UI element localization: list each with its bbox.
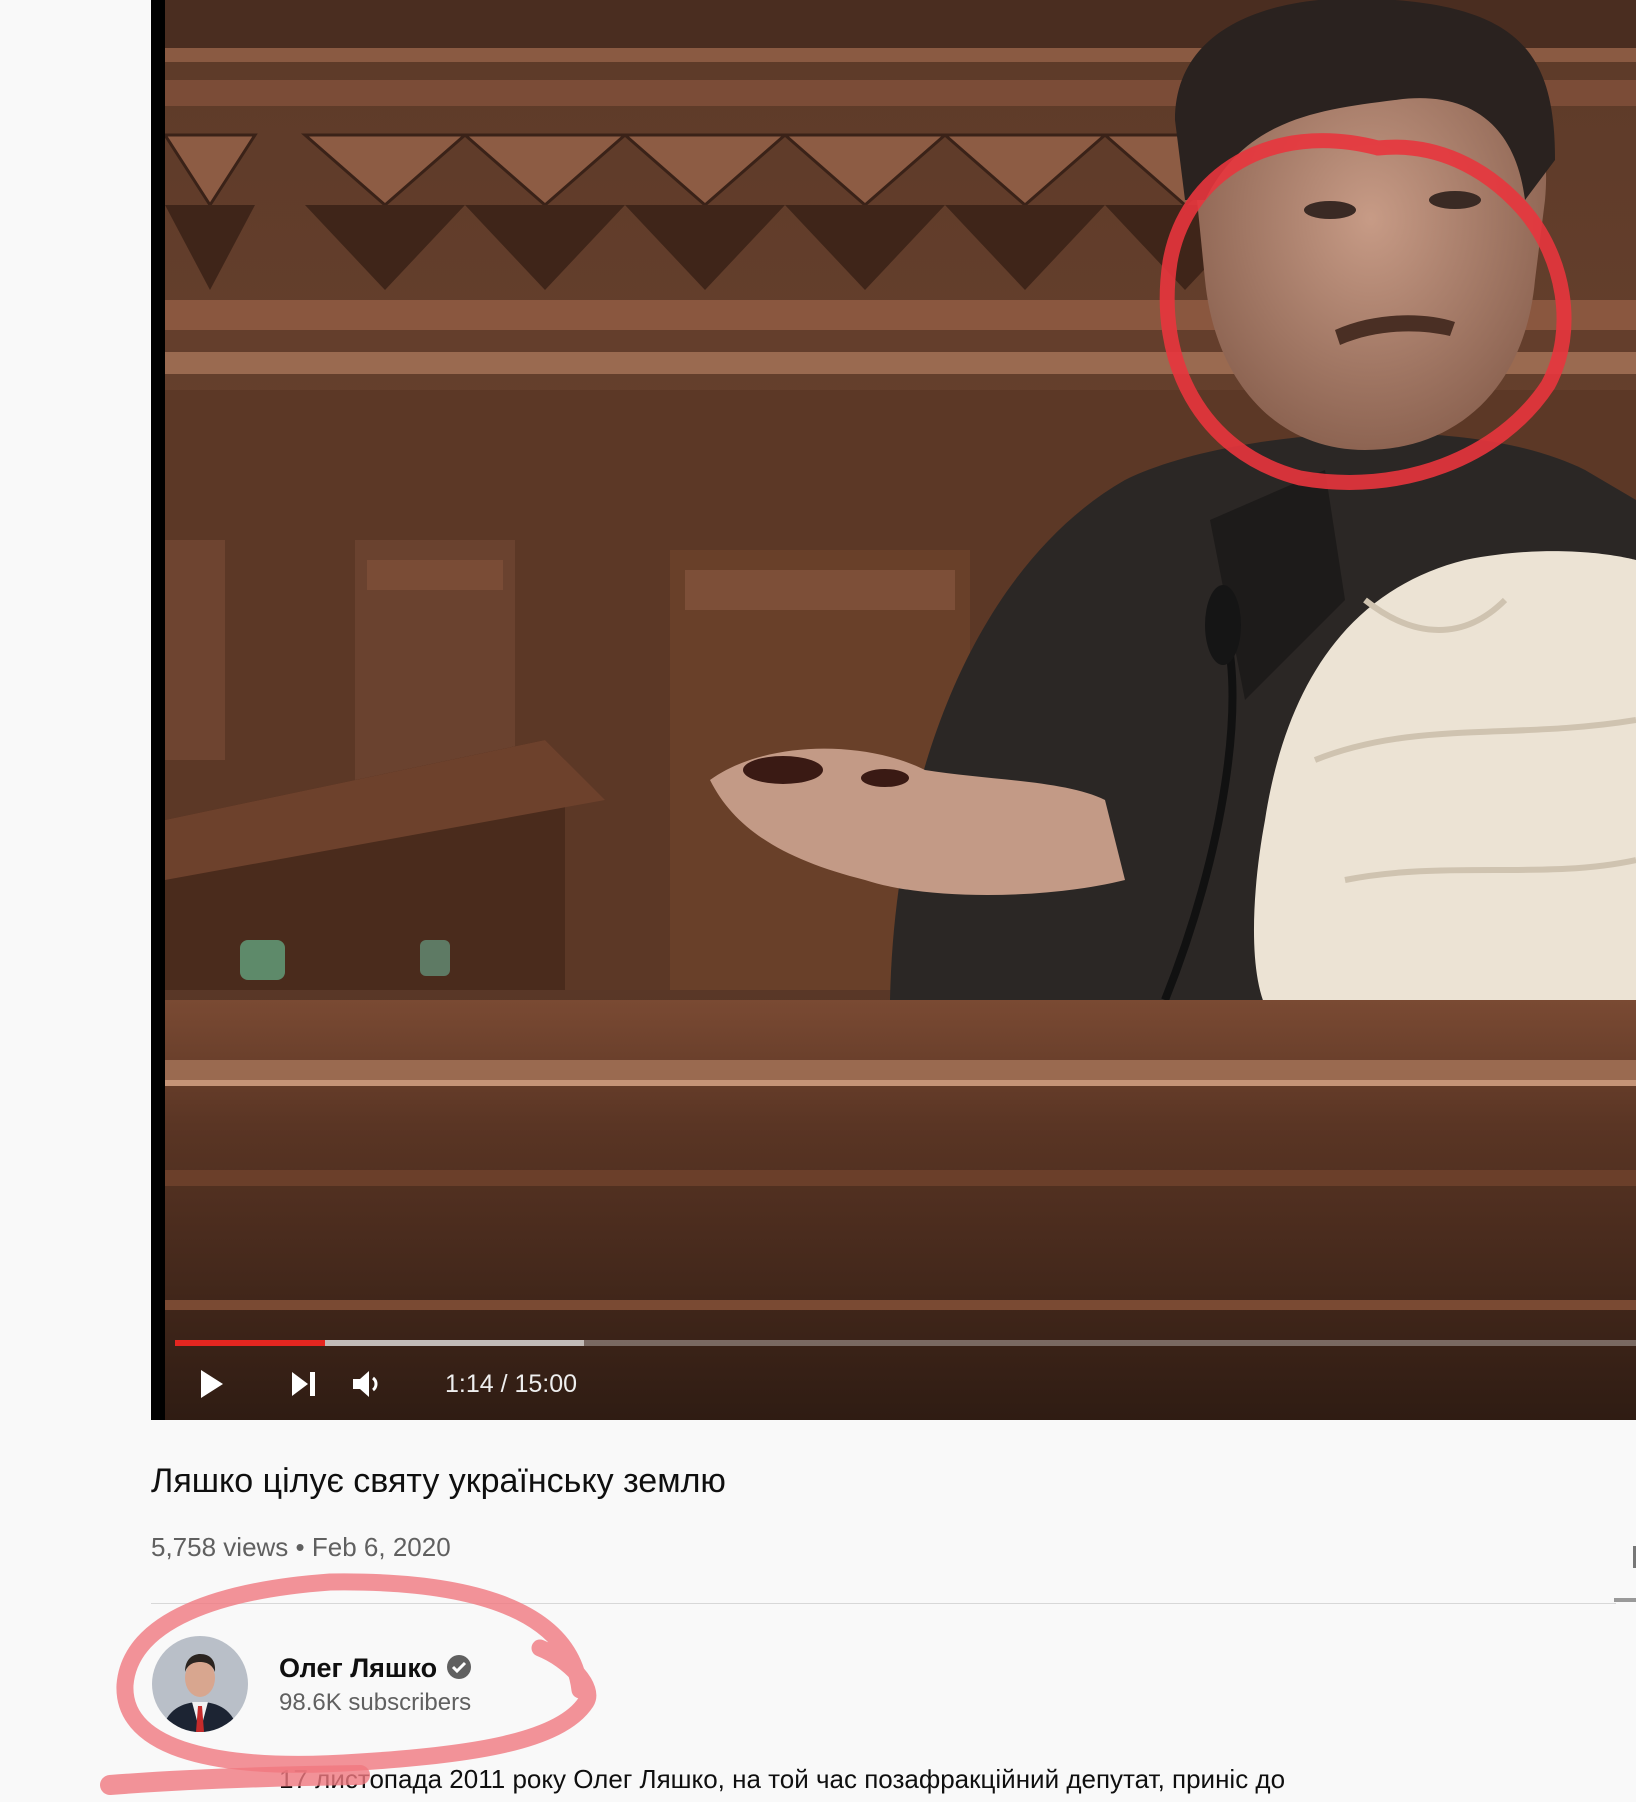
check-circle-icon <box>447 1655 471 1679</box>
channel-name[interactable]: Олег Ляшко <box>279 1653 437 1684</box>
progress-played <box>175 1340 326 1346</box>
next-button[interactable] <box>279 1360 327 1408</box>
mute-button[interactable] <box>343 1360 391 1408</box>
progress-bar[interactable] <box>175 1340 1636 1346</box>
view-count: 5,758 views <box>151 1532 289 1562</box>
channel-avatar[interactable] <box>152 1636 248 1732</box>
truncated-button-edge[interactable] <box>1614 1598 1636 1602</box>
play-button[interactable] <box>185 1360 233 1408</box>
volume-icon <box>353 1371 378 1397</box>
player-controls: 1:14 / 15:00 <box>175 1352 1636 1414</box>
divider <box>151 1603 1616 1604</box>
video-frame <box>165 0 1636 1420</box>
subscriber-count: 98.6K subscribers <box>279 1689 472 1716</box>
video-description: 17 листопада 2011 року Олег Ляшко, на то… <box>279 1764 1286 1794</box>
upload-date: Feb 6, 2020 <box>311 1532 451 1562</box>
video-title: Ляшко цілує святу українську землю <box>151 1462 726 1500</box>
video-player[interactable]: 1:14 / 15:00 <box>151 0 1636 1420</box>
skip-next-icon <box>292 1372 315 1396</box>
time-display: 1:14 / 15:00 <box>445 1370 578 1398</box>
video-meta: 5,758 views • Feb 6, 2020 <box>151 1532 451 1563</box>
play-icon <box>201 1370 223 1398</box>
meta-separator: • <box>295 1532 305 1562</box>
avatar-image <box>152 1636 248 1732</box>
verified-icon <box>446 1654 472 1680</box>
